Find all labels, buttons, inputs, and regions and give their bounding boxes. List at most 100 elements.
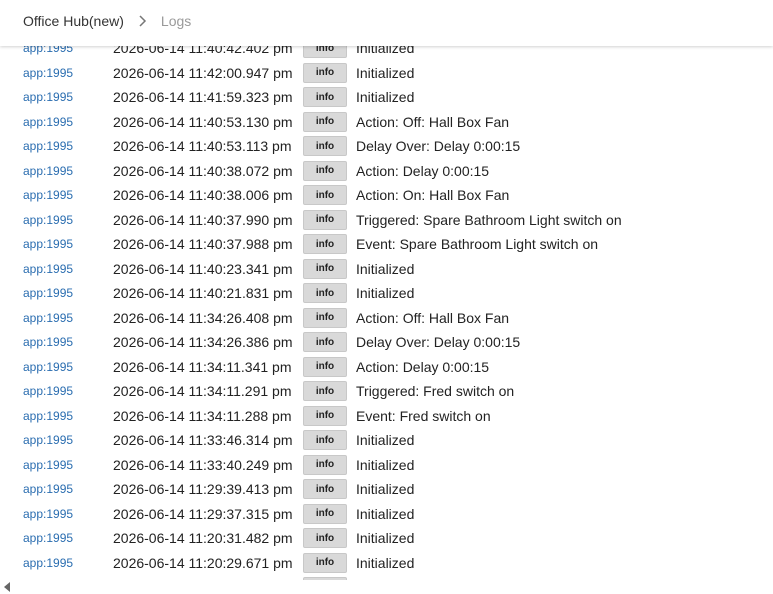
caret-left-icon[interactable] xyxy=(4,582,10,592)
scrollbar-track[interactable] xyxy=(16,584,773,590)
breadcrumb-hub-link[interactable]: Office Hub(new) xyxy=(23,13,124,29)
log-app-link[interactable]: app:1995 xyxy=(23,66,73,80)
log-app-link[interactable]: app:1995 xyxy=(23,188,73,202)
log-app-link[interactable]: app:1995 xyxy=(23,384,73,398)
log-row: app:1995 2026-06-14 11:40:53.113 pm info De… xyxy=(16,134,773,159)
horizontal-scrollbar[interactable] xyxy=(0,580,773,594)
log-message: Initialized xyxy=(356,285,415,302)
log-message: Event: Fred switch on xyxy=(356,407,491,424)
log-scroll-area[interactable]: app:1995 2026-06-14 11:40:42.402 pm info In… xyxy=(16,0,773,594)
log-row: app:1995 2026-06-14 11:34:11.291 pm info Tr… xyxy=(16,379,773,404)
log-app-link[interactable]: app:1995 xyxy=(23,139,73,153)
log-row: app:1995 2026-06-14 11:33:40.249 pm info In… xyxy=(16,453,773,478)
log-timestamp: 2026-06-14 11:33:40.249 pm xyxy=(113,456,293,473)
log-row: app:1995 2026-06-14 11:40:21.831 pm info In… xyxy=(16,281,773,306)
log-timestamp: 2026-06-14 11:34:11.288 pm xyxy=(113,407,292,424)
log-app-link[interactable]: app:1995 xyxy=(23,335,73,349)
log-level-badge: info xyxy=(303,405,347,426)
log-message: Action: Off: Hall Box Fan xyxy=(356,113,510,130)
log-app-link[interactable]: app:1995 xyxy=(23,482,73,496)
log-message: Initialized xyxy=(356,481,415,498)
log-timestamp: 2026-06-14 11:40:38.072 pm xyxy=(113,162,293,179)
log-row: app:1995 2026-06-14 11:34:11.341 pm info Ac… xyxy=(16,355,773,380)
breadcrumb-current-page: Logs xyxy=(160,13,192,29)
log-row: app:1995 2026-06-14 11:34:11.288 pm info Ev… xyxy=(16,404,773,429)
log-row: app:1995 2026-06-14 11:40:53.130 pm info Ac… xyxy=(16,110,773,135)
log-level-badge: info xyxy=(303,528,347,549)
log-app-link[interactable]: app:1995 xyxy=(23,311,73,325)
log-level-badge: info xyxy=(303,479,347,500)
log-level-badge: info xyxy=(303,185,347,206)
log-app-link[interactable]: app:1995 xyxy=(23,164,73,178)
log-row: app:1995 2026-06-14 11:34:26.386 pm info De… xyxy=(16,330,773,355)
log-level-badge: info xyxy=(303,332,347,353)
log-row: app:1995 2026-06-14 11:34:26.408 pm info Ac… xyxy=(16,306,773,331)
log-level-badge: info xyxy=(303,258,347,279)
log-app-link[interactable]: app:1995 xyxy=(23,90,73,104)
log-row: app:1995 2026-06-14 11:20:29.671 pm info In… xyxy=(16,551,773,576)
log-level-badge: info xyxy=(303,160,347,181)
log-timestamp: 2026-06-14 11:40:38.006 pm xyxy=(113,187,293,204)
log-timestamp: 2026-06-14 11:29:39.413 pm xyxy=(113,481,293,498)
log-message: Initialized xyxy=(356,505,415,522)
log-message: Action: Delay 0:00:15 xyxy=(356,358,490,375)
log-app-link[interactable]: app:1995 xyxy=(23,409,73,423)
log-timestamp: 2026-06-14 11:41:59.323 pm xyxy=(113,89,293,106)
log-level-badge: info xyxy=(303,62,347,83)
log-level-badge: info xyxy=(303,111,347,132)
log-message: Triggered: Spare Bathroom Light switch o… xyxy=(356,211,622,228)
log-message: Initialized xyxy=(356,530,415,547)
log-row: app:1995 2026-06-14 11:29:37.315 pm info In… xyxy=(16,502,773,527)
page-header: Office Hub(new) Logs xyxy=(0,0,773,46)
log-timestamp: 2026-06-14 11:42:00.947 pm xyxy=(113,64,293,81)
log-timestamp: 2026-06-14 11:34:26.386 pm xyxy=(113,334,293,351)
log-row: app:1995 2026-06-14 11:33:46.314 pm info In… xyxy=(16,428,773,453)
log-row: app:1995 2026-06-14 11:40:37.990 pm info Tr… xyxy=(16,208,773,233)
log-message: Action: Off: Hall Box Fan xyxy=(356,309,510,326)
log-timestamp: 2026-06-14 11:34:11.291 pm xyxy=(113,383,292,400)
logs-page: app:1995 2026-06-14 11:40:42.402 pm info In… xyxy=(0,0,773,594)
log-timestamp: 2026-06-14 11:20:31.482 pm xyxy=(113,530,293,547)
breadcrumb: Office Hub(new) Logs xyxy=(23,13,191,29)
log-timestamp: 2026-06-14 11:40:37.988 pm xyxy=(113,236,293,253)
log-app-link[interactable]: app:1995 xyxy=(23,507,73,521)
log-timestamp: 2026-06-14 11:40:37.990 pm xyxy=(113,211,293,228)
log-app-link[interactable]: app:1995 xyxy=(23,286,73,300)
log-app-link[interactable]: app:1995 xyxy=(23,458,73,472)
log-message: Triggered: Fred switch on xyxy=(356,383,515,400)
log-app-link[interactable]: app:1995 xyxy=(23,556,73,570)
log-timestamp: 2026-06-14 11:40:21.831 pm xyxy=(113,285,293,302)
log-row: app:1995 2026-06-14 11:40:23.341 pm info In… xyxy=(16,257,773,282)
log-row: app:1995 2026-06-14 11:20:31.482 pm info In… xyxy=(16,526,773,551)
log-app-link[interactable]: app:1995 xyxy=(23,531,73,545)
log-message: Action: Delay 0:00:15 xyxy=(356,162,490,179)
log-row: app:1995 2026-06-14 11:41:59.323 pm info In… xyxy=(16,85,773,110)
log-level-badge: info xyxy=(303,381,347,402)
log-message: Delay Over: Delay 0:00:15 xyxy=(356,138,521,155)
log-message: Action: On: Hall Box Fan xyxy=(356,187,510,204)
log-timestamp: 2026-06-14 11:20:29.671 pm xyxy=(113,554,293,571)
log-app-link[interactable]: app:1995 xyxy=(23,262,73,276)
log-message: Initialized xyxy=(356,64,415,81)
log-level-badge: info xyxy=(303,430,347,451)
log-message: Initialized xyxy=(356,554,415,571)
log-level-badge: info xyxy=(303,283,347,304)
log-level-badge: info xyxy=(303,209,347,230)
log-timestamp: 2026-06-14 11:40:53.113 pm xyxy=(113,138,292,155)
log-app-link[interactable]: app:1995 xyxy=(23,213,73,227)
log-app-link[interactable]: app:1995 xyxy=(23,360,73,374)
log-timestamp: 2026-06-14 11:34:26.408 pm xyxy=(113,309,293,326)
log-message: Event: Spare Bathroom Light switch on xyxy=(356,236,599,253)
log-row: app:1995 2026-06-14 11:42:00.947 pm info In… xyxy=(16,61,773,86)
log-app-link[interactable]: app:1995 xyxy=(23,433,73,447)
log-level-badge: info xyxy=(303,356,347,377)
log-app-link[interactable]: app:1995 xyxy=(23,115,73,129)
log-level-badge: info xyxy=(303,234,347,255)
log-message: Initialized xyxy=(356,432,415,449)
log-message: Initialized xyxy=(356,89,415,106)
log-timestamp: 2026-06-14 11:40:23.341 pm xyxy=(113,260,293,277)
log-timestamp: 2026-06-14 11:29:37.315 pm xyxy=(113,505,293,522)
log-message: Initialized xyxy=(356,260,415,277)
log-app-link[interactable]: app:1995 xyxy=(23,237,73,251)
log-timestamp: 2026-06-14 11:33:46.314 pm xyxy=(113,432,293,449)
